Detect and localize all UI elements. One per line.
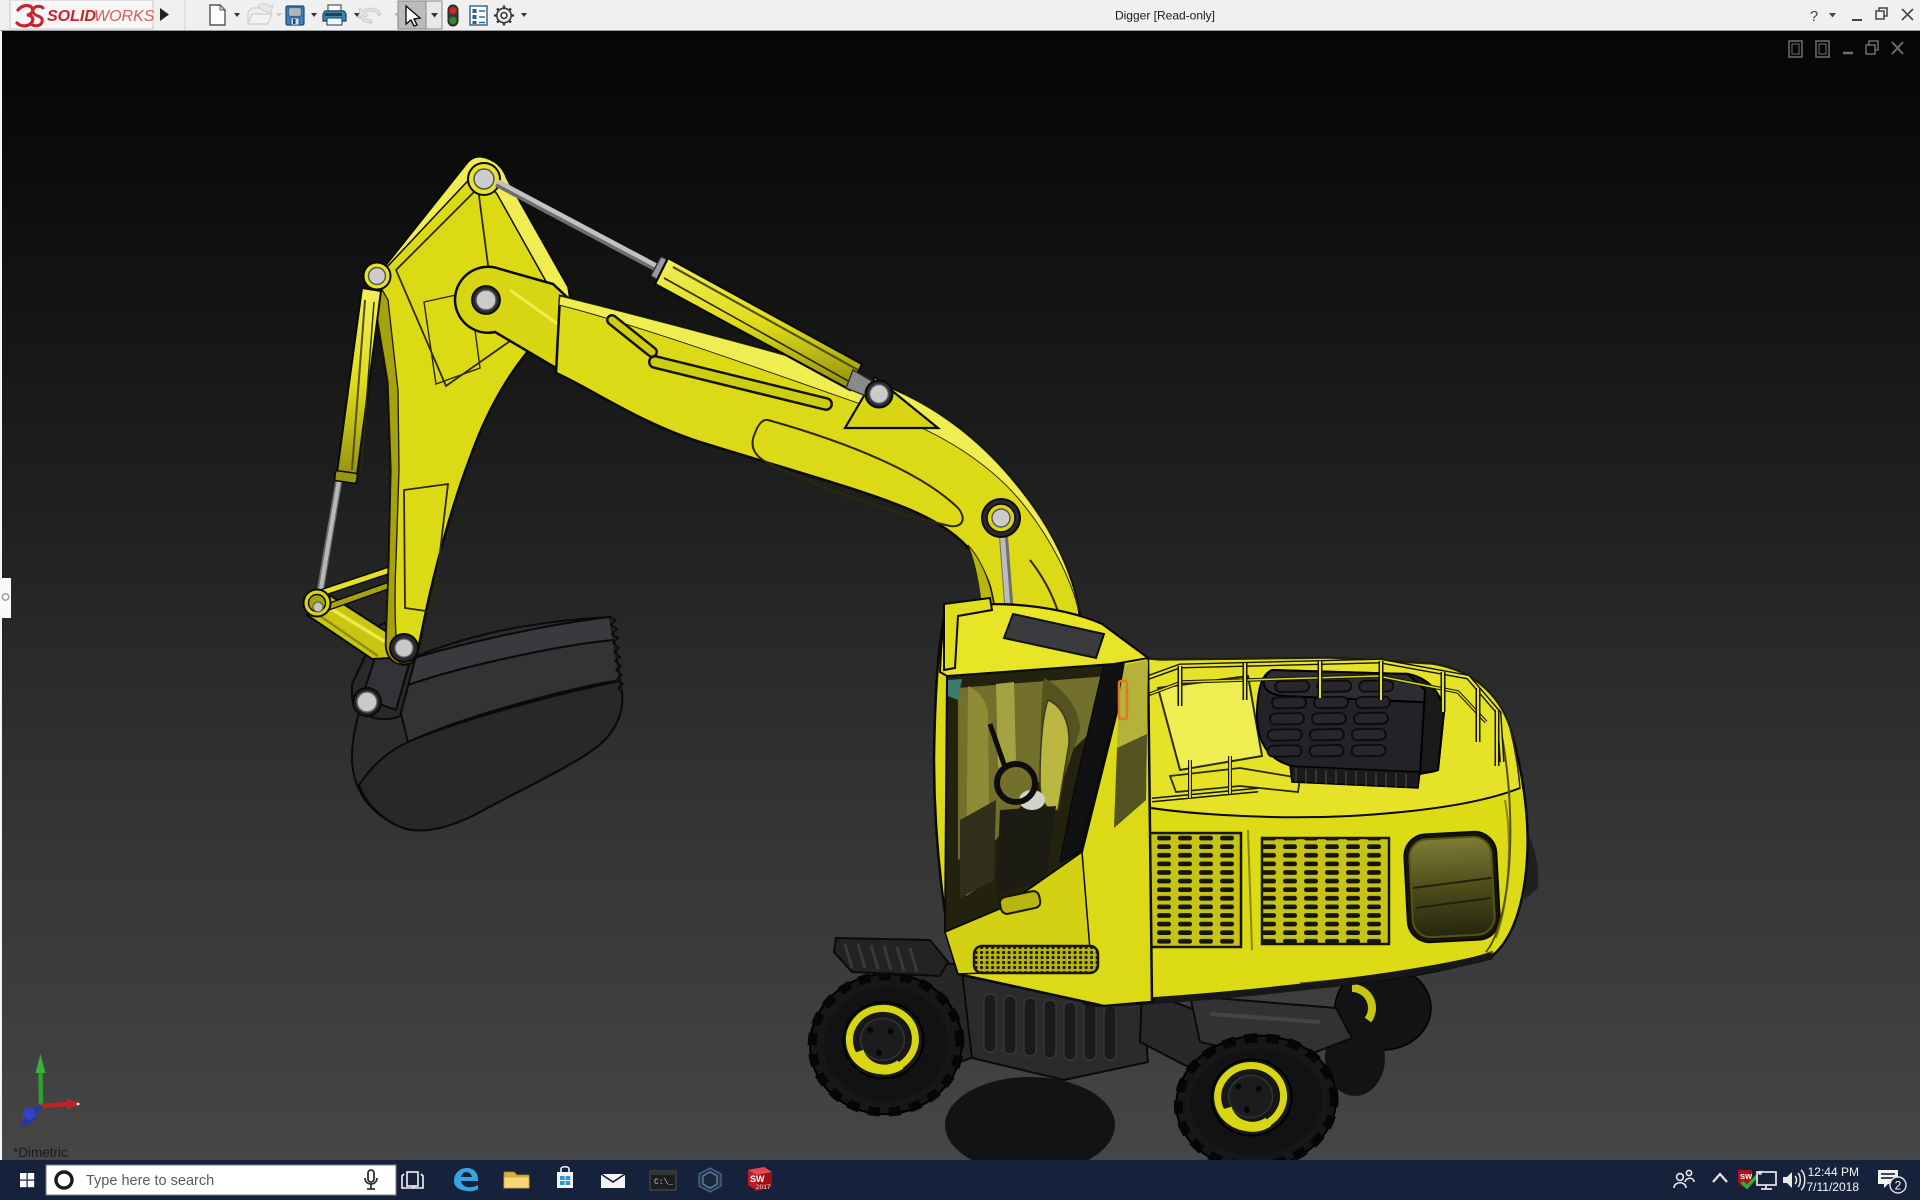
- svg-text:Digger [Read-only]: Digger [Read-only]: [1115, 9, 1215, 23]
- svg-text:?: ?: [1810, 8, 1818, 25]
- svg-text:*Dimetric: *Dimetric: [13, 1145, 68, 1160]
- svg-text:SOLID: SOLID: [47, 8, 96, 25]
- svg-text:WORKS: WORKS: [94, 8, 155, 25]
